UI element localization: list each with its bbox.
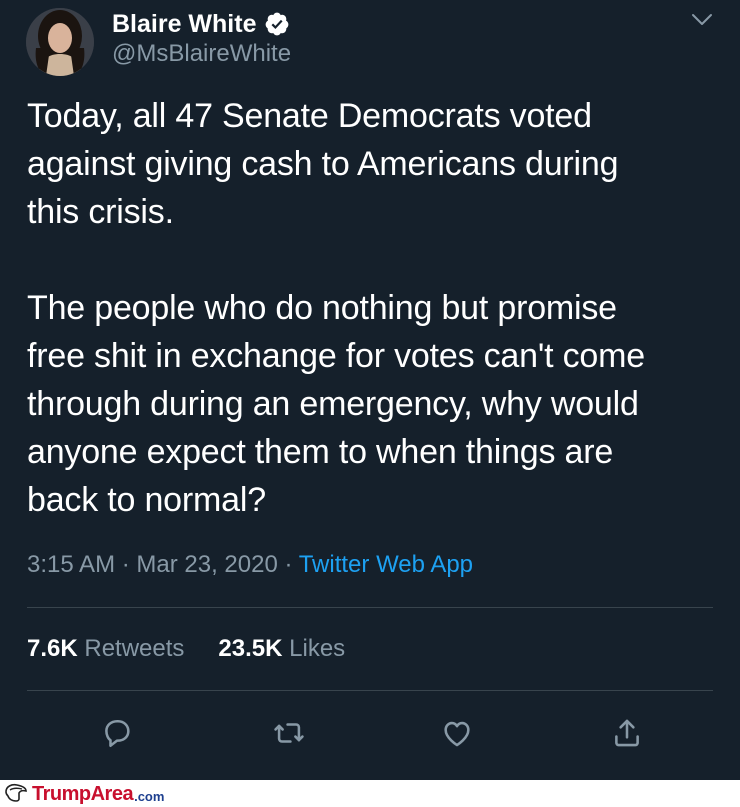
tweet-time[interactable]: 3:15 AM	[27, 551, 115, 578]
tweet-source-link[interactable]: Twitter Web App	[299, 551, 473, 578]
tweet-text: Today, all 47 Senate Democrats voted aga…	[27, 97, 645, 519]
heart-icon[interactable]	[437, 713, 477, 753]
retweets-count: 7.6K	[27, 635, 78, 662]
reply-icon[interactable]	[97, 713, 137, 753]
tweet-date[interactable]: Mar 23, 2020	[136, 551, 277, 578]
tweet-stats: 7.6K Retweets 23.5K Likes	[27, 635, 345, 663]
share-icon[interactable]	[607, 713, 647, 753]
divider	[27, 690, 713, 691]
likes-count: 23.5K	[218, 635, 283, 662]
trumparea-logo: TrumpArea .com	[4, 783, 164, 805]
verified-badge-icon	[264, 11, 290, 37]
tweet-meta: 3:15 AM · Mar 23, 2020 · Twitter Web App	[27, 551, 473, 579]
divider	[27, 607, 713, 608]
meta-separator: ·	[277, 551, 299, 578]
display-name[interactable]: Blaire White	[112, 10, 256, 39]
footer-brand: TrumpArea	[32, 782, 134, 805]
meta-separator: ·	[115, 551, 137, 578]
retweet-icon[interactable]	[269, 713, 309, 753]
tweet-card: Blaire White @MsBlaireWhite Today, all 4…	[0, 0, 740, 780]
likes-label: Likes	[289, 635, 346, 662]
avatar-image	[26, 8, 94, 76]
watermark-footer: TrumpArea .com	[0, 780, 740, 807]
user-handle[interactable]: @MsBlaireWhite	[112, 40, 291, 68]
avatar[interactable]	[26, 8, 94, 76]
footer-tld: .com	[134, 789, 165, 804]
retweets-stat[interactable]: 7.6K Retweets	[27, 635, 184, 663]
likes-stat[interactable]: 23.5K Likes	[218, 635, 345, 663]
trump-hair-icon	[4, 782, 28, 807]
retweets-label: Retweets	[84, 635, 185, 662]
author-name-row: Blaire White	[112, 8, 290, 40]
chevron-down-icon[interactable]	[690, 10, 714, 30]
tweet-actions	[0, 713, 740, 753]
